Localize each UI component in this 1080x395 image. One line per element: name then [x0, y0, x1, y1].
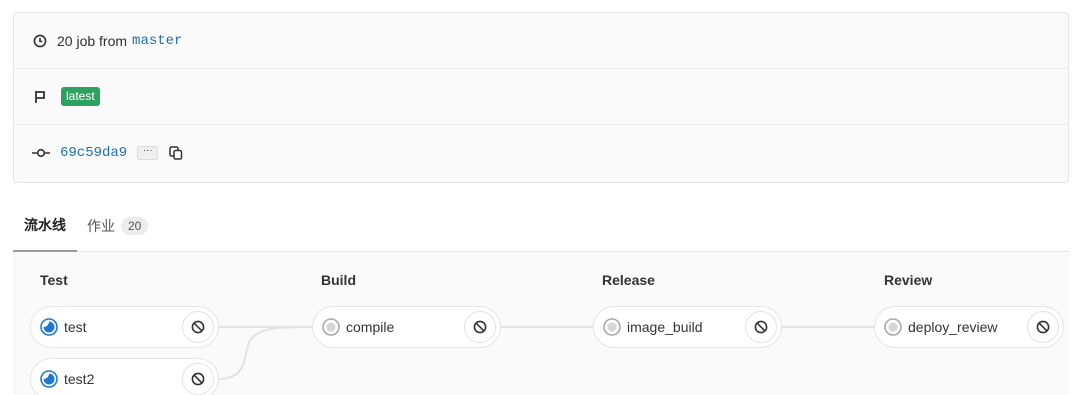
stage-title-review: Review	[884, 272, 933, 288]
tab-jobs-label: 作业	[87, 218, 115, 234]
clock-icon	[32, 33, 48, 49]
pipeline-info-panel: 20 job from master latest 69c59da9 ···	[13, 12, 1069, 183]
jobs-count-badge: 20	[121, 217, 149, 235]
expand-commit-button[interactable]: ···	[137, 146, 159, 160]
job-name: image_build	[627, 319, 703, 335]
cancel-icon[interactable]	[1027, 311, 1059, 343]
stage-title-test: Test	[40, 272, 68, 288]
job-name: test2	[64, 371, 95, 387]
created-status-icon	[603, 318, 621, 336]
job-image-build[interactable]: image_build	[593, 306, 782, 348]
job-deploy-review[interactable]: deploy_review	[874, 306, 1064, 348]
cancel-icon[interactable]	[182, 311, 214, 343]
running-status-icon	[40, 318, 58, 336]
tab-jobs[interactable]: 作业 20	[87, 200, 149, 252]
tab-pipeline[interactable]: 流水线	[13, 200, 77, 252]
commit-row: 69c59da9 ···	[14, 125, 1068, 181]
latest-badge: latest	[61, 87, 100, 106]
flag-icon	[32, 89, 48, 105]
job-test[interactable]: test	[30, 306, 219, 348]
created-status-icon	[322, 318, 340, 336]
job-test2[interactable]: test2	[30, 358, 219, 395]
running-status-icon	[40, 370, 58, 388]
stage-title-release: Release	[602, 272, 655, 288]
created-status-icon	[884, 318, 902, 336]
jobs-count-text: 20 job from	[57, 32, 128, 49]
job-name: deploy_review	[908, 319, 998, 335]
jobs-info-row: 20 job from master	[14, 13, 1068, 69]
stage-title-build: Build	[321, 272, 356, 288]
copy-icon[interactable]	[168, 145, 184, 161]
cancel-icon[interactable]	[745, 311, 777, 343]
job-name: compile	[346, 319, 395, 335]
branch-link[interactable]: master	[132, 33, 182, 49]
commit-icon	[32, 145, 50, 161]
cancel-icon[interactable]	[182, 363, 214, 395]
pipeline-graph: Test test test2 Build compile Release im…	[13, 252, 1069, 395]
tag-row: latest	[14, 69, 1068, 125]
cancel-icon[interactable]	[464, 311, 496, 343]
pipeline-tabs: 流水线 作业 20	[13, 200, 1069, 252]
commit-sha-link[interactable]: 69c59da9	[60, 145, 127, 161]
job-compile[interactable]: compile	[312, 306, 501, 348]
tab-pipeline-label: 流水线	[24, 217, 66, 233]
job-name: test	[64, 319, 87, 335]
